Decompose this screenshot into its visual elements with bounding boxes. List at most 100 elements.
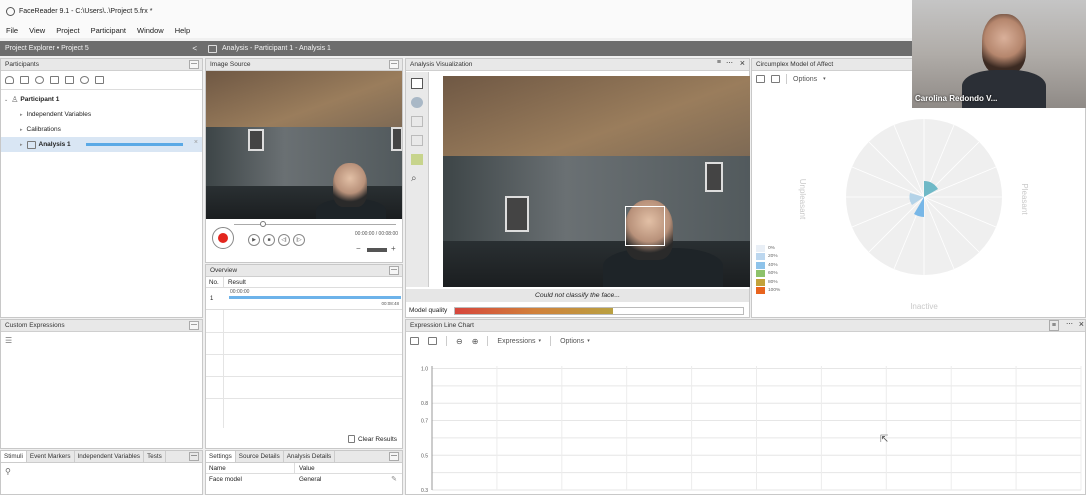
- volume-up-button[interactable]: +: [391, 244, 396, 253]
- settings-row[interactable]: Face model General ✎: [206, 474, 402, 486]
- close-icon[interactable]: ×: [194, 139, 198, 146]
- face-view-icon[interactable]: [411, 97, 423, 108]
- tree-item-analysis[interactable]: ▸ Analysis 1 ×: [1, 137, 202, 152]
- monitor-icon[interactable]: [95, 76, 104, 84]
- menu-lines-icon[interactable]: ≡: [1048, 320, 1059, 331]
- y-tick-label: 1.0: [421, 366, 428, 372]
- chevron-right-icon[interactable]: ▸: [20, 112, 23, 118]
- minimize-button[interactable]: —: [189, 321, 199, 330]
- circumplex-options-menu[interactable]: Options: [793, 76, 817, 83]
- add-expression-icon[interactable]: ☰: [5, 336, 12, 345]
- heatmap-view-icon[interactable]: [411, 154, 423, 165]
- frame-view-icon[interactable]: [411, 78, 423, 89]
- trash-icon: [347, 435, 355, 443]
- stimuli-panel: Stimuli Event Markers Independent Variab…: [0, 450, 203, 495]
- custom-expressions-title: Custom Expressions: [5, 322, 65, 329]
- analysis-progress-bar: [86, 143, 183, 146]
- participants-tree: ⌄ ♙ Participant 1 ▸ Independent Variable…: [1, 89, 202, 152]
- volume-bar[interactable]: [367, 248, 387, 252]
- menu-participant[interactable]: Participant: [91, 26, 126, 35]
- step-forward-icon[interactable]: |▷: [293, 234, 305, 246]
- document-icon[interactable]: [65, 76, 74, 84]
- tree-item-calibrations[interactable]: ▸ Calibrations: [1, 122, 202, 137]
- more-icon[interactable]: ⋯: [1066, 320, 1073, 328]
- camera-icon[interactable]: [80, 76, 89, 84]
- zoom-icon[interactable]: ⌕: [411, 173, 423, 184]
- chevron-down-icon[interactable]: ▾: [587, 338, 590, 344]
- tree-item-participant[interactable]: ⌄ ♙ Participant 1: [1, 92, 202, 107]
- menu-lines-icon[interactable]: ≡: [717, 59, 721, 66]
- tab-event-markers[interactable]: Event Markers: [27, 451, 75, 462]
- analysis-visualization-panel: Analysis Visualization ≡ ⋯ × ⌕ Could not…: [405, 58, 750, 318]
- chevron-down-icon[interactable]: ▾: [539, 338, 542, 344]
- save-icon[interactable]: [756, 75, 765, 83]
- analysis-tab-title[interactable]: Analysis - Participant 1 - Analysis 1: [222, 45, 331, 52]
- mesh-view-icon[interactable]: [411, 135, 423, 146]
- stimuli-tabs: Stimuli Event Markers Independent Variab…: [1, 451, 202, 463]
- chevron-down-icon[interactable]: ⌄: [4, 97, 8, 103]
- minimize-button[interactable]: —: [389, 60, 399, 69]
- clear-results-button[interactable]: Clear Results: [347, 435, 397, 443]
- tab-tests[interactable]: Tests: [144, 451, 166, 462]
- wall-picture: [248, 129, 264, 151]
- row-end-time: 00:08:48: [381, 301, 399, 306]
- copy-icon[interactable]: [771, 75, 780, 83]
- minimize-button[interactable]: —: [189, 60, 199, 69]
- more-icon[interactable]: ⋯: [726, 59, 733, 67]
- collapse-explorer-button[interactable]: <: [192, 44, 197, 53]
- minimize-button[interactable]: —: [389, 266, 399, 275]
- table-row[interactable]: 1 00:00:00 00:08:48: [206, 288, 402, 310]
- calibrations-label: Calibrations: [26, 126, 61, 133]
- zoom-in-icon[interactable]: ⊕: [472, 337, 479, 346]
- copy-icon[interactable]: [428, 337, 437, 345]
- legend-swatch: [756, 278, 765, 286]
- expressions-menu[interactable]: Expressions: [497, 338, 535, 345]
- record-button[interactable]: [212, 227, 234, 249]
- zoom-out-icon[interactable]: ⊖: [456, 337, 463, 346]
- source-video-frame: [206, 71, 402, 219]
- tab-settings[interactable]: Settings: [206, 451, 236, 462]
- project-explorer-title: Project Explorer • Project 5: [5, 45, 89, 52]
- mail-icon[interactable]: [50, 76, 59, 84]
- close-icon[interactable]: ×: [740, 58, 745, 68]
- custom-expressions-toolbar: ☰: [1, 332, 202, 348]
- chevron-right-icon[interactable]: ▸: [20, 142, 23, 148]
- save-icon[interactable]: [410, 337, 419, 345]
- stop-icon[interactable]: ■: [263, 234, 275, 246]
- add-stimulus-icon[interactable]: ⚲: [5, 467, 11, 476]
- close-icon[interactable]: ×: [1079, 319, 1084, 329]
- minimize-button[interactable]: —: [189, 452, 199, 461]
- settings-tabs: Settings Source Details Analysis Details…: [206, 451, 402, 463]
- chevron-down-icon[interactable]: ▾: [823, 76, 826, 82]
- legend-item: 100%: [756, 287, 780, 296]
- menu-file[interactable]: File: [6, 26, 18, 35]
- add-participant-icon[interactable]: [5, 76, 14, 84]
- play-icon[interactable]: ▶: [248, 234, 260, 246]
- chevron-right-icon[interactable]: ▸: [20, 127, 23, 133]
- edit-pencil-icon[interactable]: ✎: [391, 474, 397, 486]
- minimize-button[interactable]: —: [389, 452, 399, 461]
- menu-help[interactable]: Help: [175, 26, 190, 35]
- tree-item-independent-variables[interactable]: ▸ Independent Variables: [1, 107, 202, 122]
- unpleasant-label: Unpleasant: [798, 179, 807, 220]
- video-person-head: [333, 163, 367, 207]
- menu-project[interactable]: Project: [56, 26, 79, 35]
- step-back-icon[interactable]: ◁|: [278, 234, 290, 246]
- seek-handle[interactable]: [260, 221, 266, 227]
- custom-expressions-header: Custom Expressions —: [1, 320, 202, 332]
- seek-bar[interactable]: [234, 224, 396, 225]
- tab-independent-variables[interactable]: Independent Variables: [75, 451, 145, 462]
- tab-source-details[interactable]: Source Details: [236, 451, 284, 462]
- volume-down-button[interactable]: −: [356, 244, 361, 253]
- expression-chart-toolbar: ⊖ ⊕ Expressions ▾ Options ▾: [406, 332, 1085, 350]
- search-participant-icon[interactable]: [35, 76, 44, 84]
- add-analysis-icon[interactable]: [20, 76, 29, 84]
- tab-analysis-details[interactable]: Analysis Details: [284, 451, 336, 462]
- landmark-view-icon[interactable]: [411, 116, 423, 127]
- participants-panel: Participants — ⌄ ♙ Participant 1 ▸ Indep…: [0, 58, 203, 318]
- chart-options-menu[interactable]: Options: [560, 338, 584, 345]
- participant-label: Participant 1: [20, 96, 60, 103]
- menu-view[interactable]: View: [29, 26, 45, 35]
- menu-window[interactable]: Window: [137, 26, 164, 35]
- tab-stimuli[interactable]: Stimuli: [1, 451, 27, 462]
